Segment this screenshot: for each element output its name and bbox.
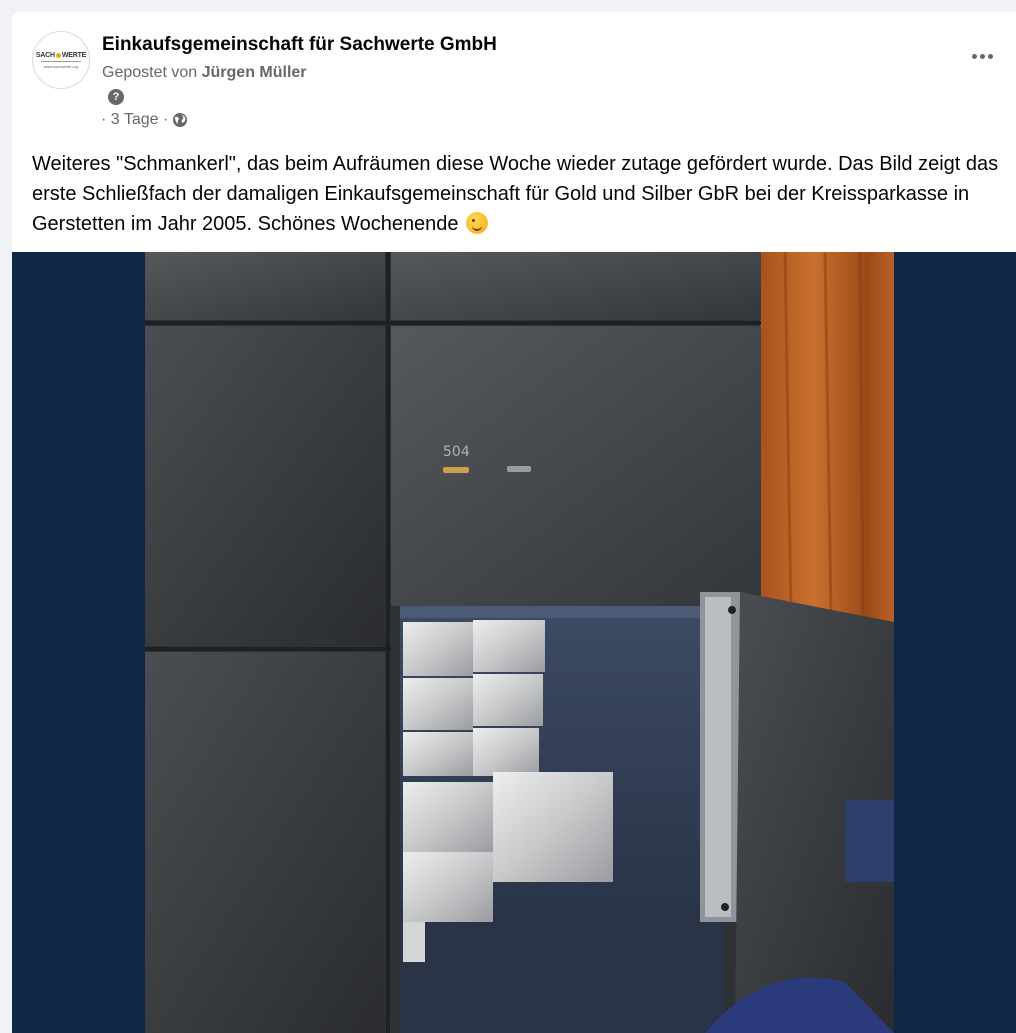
avatar-logo: SACH WERTE <box>35 51 87 59</box>
winking-face-emoji-icon <box>466 212 489 234</box>
post-card: SACH WERTE www.sachwerte.org Einkaufsgem… <box>12 12 1016 1033</box>
posted-by-line: Gepostet von Jürgen Müller <box>102 64 307 82</box>
logo-right-text: WERTE <box>61 51 87 59</box>
post-photo[interactable]: 504 <box>12 252 1016 1033</box>
post-meta: · 3 Tage · <box>101 111 188 129</box>
posted-by-prefix: Gepostet von <box>102 64 202 81</box>
post-text-body: Weiteres "Schmankerl", das beim Aufräume… <box>32 153 999 235</box>
logo-dot-icon <box>55 52 61 58</box>
safe-deposit-photo: 504 <box>145 252 894 1033</box>
more-options-icon[interactable] <box>967 46 997 66</box>
post-time-link[interactable]: · 3 Tage · <box>101 111 168 129</box>
page-avatar[interactable]: SACH WERTE www.sachwerte.org <box>32 31 90 89</box>
box-number-label: 504 <box>443 444 470 460</box>
globe-icon[interactable] <box>172 112 188 128</box>
logo-url-text: www.sachwerte.org <box>43 63 79 69</box>
question-badge-icon[interactable]: ? <box>108 89 124 105</box>
page-name-link[interactable]: Einkaufsgemeinschaft für Sachwerte GmbH <box>102 34 497 56</box>
logo-left-text: SACH <box>35 51 55 59</box>
author-link[interactable]: Jürgen Müller <box>202 64 307 81</box>
logo-divider <box>41 60 81 62</box>
post-text: Weiteres "Schmankerl", das beim Aufräume… <box>32 149 1007 239</box>
